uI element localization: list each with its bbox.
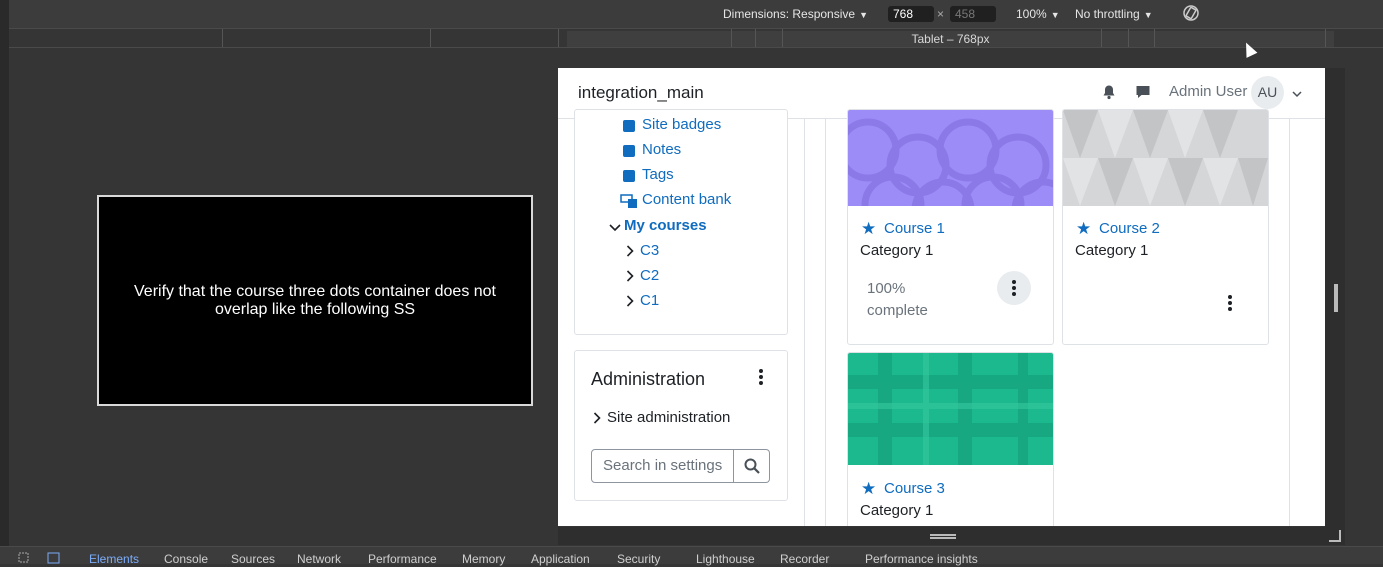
kebab-menu-icon[interactable] [1228, 295, 1232, 313]
nav-item-content-bank[interactable]: Content bank [642, 191, 731, 208]
course-actions-button[interactable] [997, 271, 1031, 305]
zoom-select[interactable]: 100% ▼ [1016, 7, 1060, 21]
square-icon [623, 120, 635, 132]
width-input[interactable]: 768 [888, 6, 934, 22]
emulated-viewport: integration_main Admin User AU Site badg… [558, 68, 1325, 526]
kebab-menu-icon [1012, 280, 1016, 298]
throttling-select[interactable]: No throttling ▼ [1075, 7, 1153, 21]
star-icon[interactable]: ★ [1076, 220, 1091, 237]
tab-performance-insights[interactable]: Performance insights [865, 552, 978, 566]
resize-handle-bottom[interactable] [930, 534, 956, 539]
tab-performance[interactable]: Performance [368, 552, 437, 566]
chat-icon[interactable] [1135, 84, 1151, 100]
overlay-text: Verify that the course three dots contai… [134, 282, 496, 318]
star-icon[interactable]: ★ [861, 220, 876, 237]
square-icon [623, 170, 635, 182]
main-content: ★ Course 1 Category 1 100% complete ★ Co… [825, 109, 1290, 526]
course-image[interactable] [848, 110, 1053, 242]
ruler-label: Tablet – 768px [911, 32, 990, 46]
tablet-ruler-segment[interactable]: Tablet – 768px [567, 31, 1334, 47]
chevron-down-icon[interactable] [1292, 86, 1302, 104]
left-drawer: Site badges Notes Tags Content bank My c… [558, 109, 805, 526]
course-name-link[interactable]: Course 1 [884, 220, 945, 237]
resize-handle-right[interactable] [1334, 284, 1338, 312]
annotation-overlay: Verify that the course three dots contai… [97, 195, 533, 406]
navigation-block: Site badges Notes Tags Content bank My c… [574, 109, 788, 335]
chevron-right-icon[interactable] [626, 294, 634, 312]
tab-elements[interactable]: Elements [89, 552, 139, 566]
tab-security[interactable]: Security [617, 552, 660, 566]
square-icon [623, 145, 635, 157]
bell-icon[interactable] [1101, 84, 1117, 100]
nav-course-c2[interactable]: C2 [640, 267, 659, 284]
times-sign: × [937, 7, 945, 21]
user-name[interactable]: Admin User [1169, 83, 1247, 100]
site-name[interactable]: integration_main [578, 83, 704, 103]
tab-recorder[interactable]: Recorder [780, 552, 829, 566]
left-edge-strip [0, 0, 9, 563]
administration-title: Administration [591, 369, 706, 389]
chevron-right-icon[interactable] [626, 244, 634, 262]
course-image[interactable] [848, 353, 1053, 465]
height-input[interactable]: 458 [950, 6, 996, 22]
rotate-icon[interactable] [1182, 4, 1200, 25]
chevron-right-icon[interactable] [626, 269, 634, 287]
tab-memory[interactable]: Memory [462, 552, 505, 566]
search-button[interactable] [734, 449, 770, 483]
tab-application[interactable]: Application [531, 552, 590, 566]
avatar[interactable]: AU [1251, 76, 1284, 109]
course-card: ★ Course 1 Category 1 100% complete [847, 109, 1054, 345]
nav-course-c1[interactable]: C1 [640, 292, 659, 309]
tab-network[interactable]: Network [297, 552, 341, 566]
course-category: Category 1 [1075, 242, 1149, 259]
nav-item-site-badges[interactable]: Site badges [642, 116, 721, 133]
site-administration-link[interactable]: Site administration [607, 409, 730, 426]
search-icon [744, 458, 760, 479]
course-card: ★ Course 2 Category 1 [1062, 109, 1269, 345]
device-toggle-icon[interactable] [47, 552, 60, 567]
devtools-tab-bar: Elements Console Sources Network Perform… [0, 546, 1383, 567]
star-icon[interactable]: ★ [861, 480, 876, 497]
course-card: ★ Course 3 Category 1 [847, 352, 1054, 526]
dimensions-select[interactable]: Dimensions: Responsive ▼ [723, 7, 868, 21]
device-toolbar: Dimensions: Responsive ▼ 768 × 458 100% ▼ … [9, 0, 1383, 29]
course-name-link[interactable]: Course 2 [1099, 220, 1160, 237]
settings-search-input[interactable]: Search in settings [591, 449, 734, 483]
course-progress: 100% complete [867, 280, 928, 319]
chevron-down-icon[interactable] [609, 220, 621, 238]
tab-lighthouse[interactable]: Lighthouse [696, 552, 755, 566]
tab-console[interactable]: Console [164, 552, 208, 566]
course-name-link[interactable]: Course 3 [884, 480, 945, 497]
course-category: Category 1 [860, 242, 934, 259]
tab-sources[interactable]: Sources [231, 552, 275, 566]
course-category: Category 1 [860, 502, 934, 519]
resize-corner-icon[interactable] [1329, 530, 1341, 542]
nav-course-c3[interactable]: C3 [640, 242, 659, 259]
nav-item-notes[interactable]: Notes [642, 141, 681, 158]
media-query-ruler: Tablet – 768px [9, 29, 1383, 48]
viewport-resize-bottom[interactable] [558, 527, 1345, 545]
nav-item-my-courses[interactable]: My courses [624, 217, 707, 234]
content-bank-icon [620, 194, 638, 213]
chevron-right-icon[interactable] [593, 411, 601, 429]
nav-item-tags[interactable]: Tags [642, 166, 674, 183]
administration-block: Administration Site administration Searc… [574, 350, 788, 501]
inspect-icon[interactable] [18, 552, 31, 567]
course-image[interactable] [1063, 110, 1268, 206]
kebab-menu-icon[interactable] [759, 369, 763, 387]
